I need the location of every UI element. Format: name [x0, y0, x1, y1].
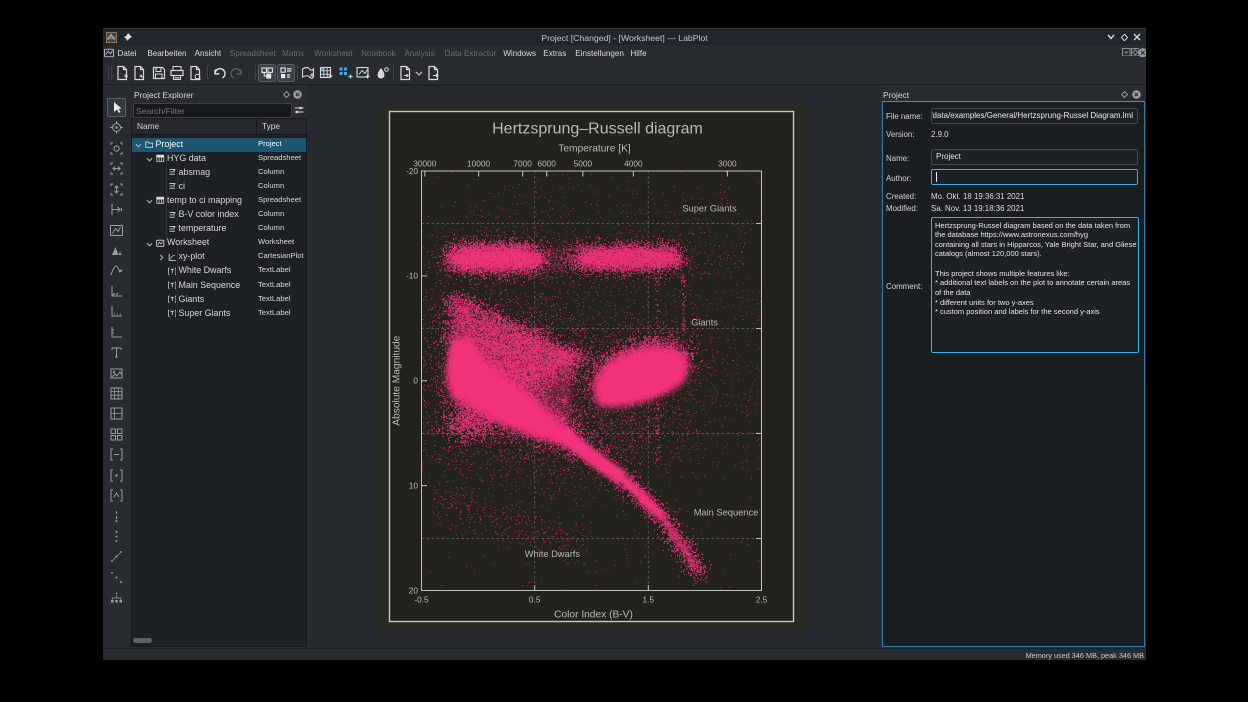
svg-text:-20: -20 [406, 166, 418, 176]
svg-text:0.5: 0.5 [529, 595, 541, 605]
svg-text:Main Sequence: Main Sequence [694, 507, 759, 517]
svg-text:2.5: 2.5 [756, 595, 768, 605]
svg-text:5000: 5000 [574, 159, 593, 169]
svg-text:1.5: 1.5 [643, 595, 655, 605]
svg-text:0: 0 [413, 376, 418, 386]
svg-text:4000: 4000 [624, 159, 643, 169]
svg-text:Temperature [K]: Temperature [K] [558, 144, 631, 155]
svg-text:Hertzsprung–Russell diagram: Hertzsprung–Russell diagram [492, 121, 703, 138]
svg-text:10: 10 [409, 480, 419, 490]
svg-text:10000: 10000 [467, 159, 490, 169]
svg-text:Color Index (B-V): Color Index (B-V) [554, 610, 633, 621]
svg-text:Absolute Magnitude: Absolute Magnitude [392, 335, 403, 425]
svg-text:Super Giants: Super Giants [682, 204, 737, 214]
svg-text:7000: 7000 [513, 159, 532, 169]
svg-text:White Dwarfs: White Dwarfs [525, 549, 581, 559]
svg-text:-10: -10 [406, 271, 418, 281]
svg-text:-0.5: -0.5 [414, 595, 429, 605]
svg-text:6000: 6000 [537, 159, 556, 169]
svg-text:Giants: Giants [691, 318, 718, 328]
svg-text:3000: 3000 [718, 159, 737, 169]
